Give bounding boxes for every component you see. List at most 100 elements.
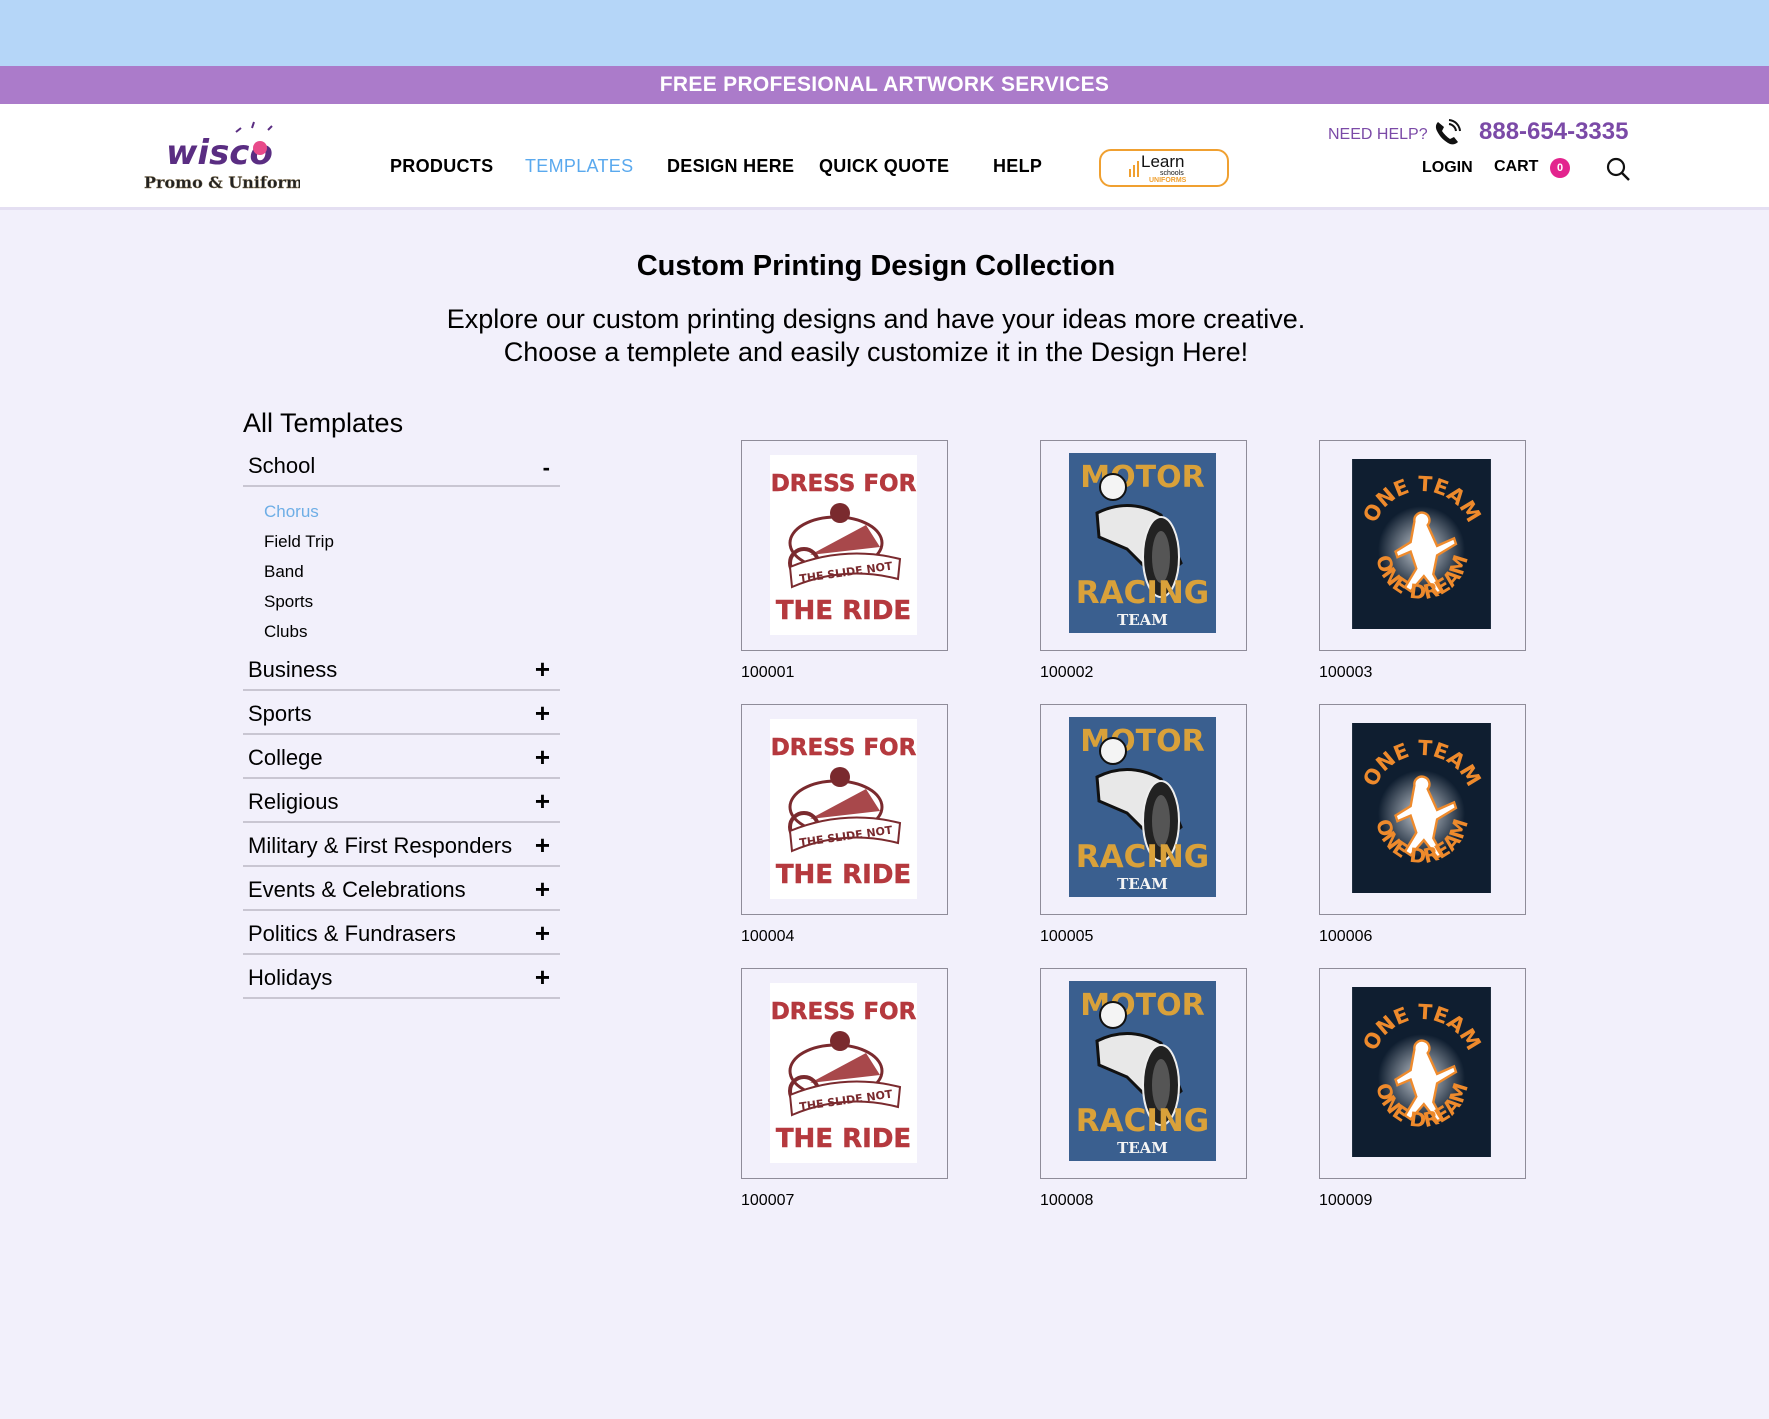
motor-racing-team-artwork: MOTOR RACING TEAM (1069, 453, 1216, 633)
template-card[interactable]: MOTOR RACING TEAM (1040, 440, 1247, 651)
subcategory-field-trip[interactable]: Field Trip (264, 527, 560, 557)
expand-icon[interactable]: + (535, 962, 550, 993)
artwork-bottom-text: TEAM (1117, 611, 1168, 629)
category-religious[interactable]: Religious + (243, 779, 560, 823)
promo-banner[interactable]: FREE PROFESIONAL ARTWORK SERVICES (0, 66, 1769, 104)
category-college[interactable]: College + (243, 735, 560, 779)
category-label: Politics & Fundrasers (248, 921, 456, 946)
motor-racing-team-artwork: MOTOR RACING TEAM (1069, 717, 1216, 897)
template-category-sidebar: All Templates School - Chorus Field Trip… (243, 408, 560, 999)
phone-number-link[interactable]: 888-654-3335 (1479, 118, 1628, 146)
category-label: Religious (248, 789, 339, 814)
category-label: Sports (248, 701, 312, 726)
helmet-icon (1099, 473, 1127, 501)
template-id-label[interactable]: 100009 (1319, 1192, 1372, 1210)
cart-count-badge: 0 (1550, 158, 1570, 178)
site-logo[interactable]: wisco Promo & Uniform (140, 118, 303, 198)
template-id-label[interactable]: 100007 (741, 1192, 794, 1210)
category-military-first-responders[interactable]: Military & First Responders + (243, 823, 560, 867)
template-id-label[interactable]: 100003 (1319, 664, 1372, 682)
helmet-icon (1099, 737, 1127, 765)
learn-text: Learn (1141, 152, 1184, 171)
template-card[interactable]: MOTOR RACING TEAM (1040, 968, 1247, 1179)
template-id-label[interactable]: 100001 (741, 664, 794, 682)
artwork-bottom-text: THE RIDE (776, 596, 911, 626)
template-card[interactable]: DRESS FOR THE SLIDE NOT THE RIDE (741, 704, 948, 915)
logo-sparkle-icon (235, 121, 273, 133)
artwork-top-text: DRESS FOR (771, 999, 917, 1025)
category-label: Business (248, 657, 338, 682)
category-label: Events & Celebrations (248, 877, 466, 902)
category-label: Military & First Responders (248, 833, 513, 858)
artwork-middle-text: RACING (1076, 839, 1210, 875)
need-help-label: NEED HELP? (1328, 126, 1428, 143)
category-holidays[interactable]: Holidays + (243, 955, 560, 999)
category-label: Holidays (248, 965, 333, 990)
template-card[interactable]: ONE TEAM ONE DREAM (1319, 440, 1526, 651)
nav-templates[interactable]: TEMPLATES (525, 156, 633, 177)
nav-design-here[interactable]: DESIGN HERE (667, 156, 794, 177)
category-business[interactable]: Business + (243, 654, 560, 691)
template-card[interactable]: ONE TEAM ONE DREAM (1319, 704, 1526, 915)
template-card[interactable]: ONE TEAM ONE DREAM (1319, 968, 1526, 1179)
expand-icon[interactable]: + (535, 742, 550, 773)
one-team-one-dream-artwork: ONE TEAM ONE DREAM (1352, 723, 1491, 893)
expand-icon[interactable]: + (535, 874, 550, 905)
artwork-middle-text: RACING (1076, 1103, 1210, 1139)
artwork-top-text: MOTOR (1080, 724, 1204, 759)
category-events-celebrations[interactable]: Events & Celebrations + (243, 867, 560, 911)
artwork-top-text: DRESS FOR (771, 735, 917, 761)
artwork-bottom-text: THE RIDE (776, 860, 911, 890)
template-id-label[interactable]: 100004 (741, 928, 794, 946)
sidebar-title: All Templates (243, 408, 404, 438)
template-card[interactable]: DRESS FOR THE SLIDE NOT THE RIDE (741, 968, 948, 1179)
subcategory-sports[interactable]: Sports (264, 587, 560, 617)
expand-icon[interactable]: + (535, 654, 550, 685)
template-id-label[interactable]: 100008 (1040, 1192, 1093, 1210)
expand-icon[interactable]: + (535, 918, 550, 949)
category-label: College (248, 745, 323, 770)
school-subcategory-list: Chorus Field Trip Band Sports Clubs (243, 487, 560, 657)
nav-quick-quote[interactable]: QUICK QUOTE (819, 156, 949, 177)
page-intro: Explore our custom printing designs and … (0, 303, 1752, 369)
artwork-bottom-text: THE RIDE (776, 1124, 911, 1154)
subcategory-clubs[interactable]: Clubs (264, 617, 560, 647)
nav-help[interactable]: HELP (993, 156, 1042, 177)
artwork-top-text: DRESS FOR (771, 471, 917, 497)
site-header: wisco Promo & Uniform PRODUCTS TEMPLATES… (0, 104, 1769, 210)
artwork-bottom-text: TEAM (1117, 1139, 1168, 1157)
category-sports[interactable]: Sports + (243, 691, 560, 735)
logo-shirt-icon (253, 141, 267, 155)
logo-mark-icon: wisco Promo & Uniform (144, 121, 303, 192)
template-card[interactable]: MOTOR RACING TEAM (1040, 704, 1247, 915)
artwork-middle-text: RACING (1076, 575, 1210, 611)
collapse-icon[interactable]: - (543, 455, 550, 481)
category-politics-fundraisers[interactable]: Politics & Fundrasers + (243, 911, 560, 955)
page-title: Custom Printing Design Collection (636, 250, 1116, 282)
dress-for-the-ride-artwork: DRESS FOR THE SLIDE NOT THE RIDE (770, 983, 917, 1163)
search-icon[interactable] (1605, 156, 1631, 182)
learn-schools-text: schools (1160, 170, 1184, 177)
one-team-one-dream-artwork: ONE TEAM ONE DREAM (1352, 459, 1491, 629)
dress-for-the-ride-artwork: DRESS FOR THE SLIDE NOT THE RIDE (770, 455, 917, 635)
subcategory-chorus[interactable]: Chorus (264, 497, 560, 527)
nav-products[interactable]: PRODUCTS (390, 156, 493, 177)
category-school[interactable]: School - (243, 453, 560, 487)
login-link[interactable]: LOGIN (1422, 159, 1473, 177)
template-id-label[interactable]: 100006 (1319, 928, 1372, 946)
subcategory-band[interactable]: Band (264, 557, 560, 587)
expand-icon[interactable]: + (535, 786, 550, 817)
expand-icon[interactable]: + (535, 698, 550, 729)
intro-line-1: Explore our custom printing designs and … (446, 304, 1306, 334)
logo-tagline: Promo & Uniform (144, 173, 300, 192)
dress-for-the-ride-artwork: DRESS FOR THE SLIDE NOT THE RIDE (770, 719, 917, 899)
expand-icon[interactable]: + (535, 830, 550, 861)
template-card[interactable]: DRESS FOR THE SLIDE NOT THE RIDE (741, 440, 948, 651)
cart-link[interactable]: CART (1494, 158, 1538, 176)
learn-schools-uniforms-button[interactable]: Learn schools UNIFORMS (1099, 149, 1229, 187)
motor-racing-team-artwork: MOTOR RACING TEAM (1069, 981, 1216, 1161)
template-id-label[interactable]: 100002 (1040, 664, 1093, 682)
learn-uniforms-text: UNIFORMS (1149, 177, 1187, 184)
template-id-label[interactable]: 100005 (1040, 928, 1093, 946)
artwork-top-text: MOTOR (1080, 988, 1204, 1023)
